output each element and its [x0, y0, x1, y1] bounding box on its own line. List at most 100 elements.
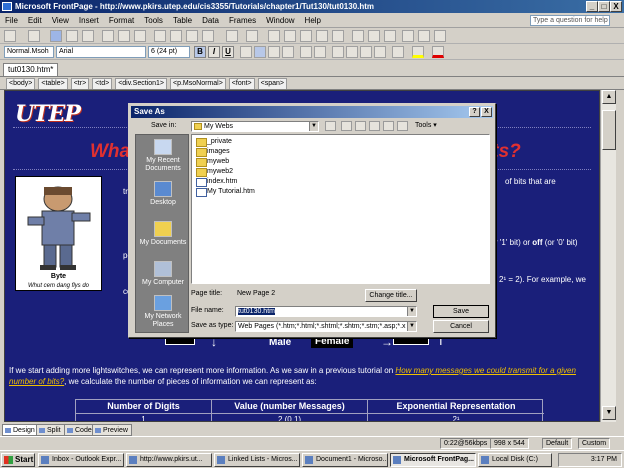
- format-painter-icon[interactable]: [202, 30, 214, 42]
- font-size-combo[interactable]: 6 (24 pt): [148, 46, 190, 58]
- decrease-indent-icon[interactable]: [360, 46, 372, 58]
- taskbar-item-linked-lists[interactable]: Linked Lists - Micros...: [214, 453, 300, 467]
- borders-icon[interactable]: [392, 46, 404, 58]
- tab-split[interactable]: Split: [36, 424, 65, 436]
- change-title-button[interactable]: Change title...: [365, 289, 417, 302]
- list-item-myweb[interactable]: myweb: [196, 157, 229, 167]
- justify-icon[interactable]: [282, 46, 294, 58]
- menu-tools[interactable]: Tools: [139, 13, 168, 28]
- align-left-icon[interactable]: [240, 46, 252, 58]
- views-icon[interactable]: [397, 121, 408, 131]
- tools-menu[interactable]: Tools ▾: [415, 121, 437, 131]
- taskbar-item-browser[interactable]: http://www.pkirs.ut...: [126, 453, 212, 467]
- list-item-my-tutorial[interactable]: My Tutorial.htm: [196, 187, 255, 197]
- menu-view[interactable]: View: [47, 13, 74, 28]
- align-center-icon[interactable]: [254, 46, 266, 58]
- dialog-help-button[interactable]: ?: [469, 107, 480, 117]
- underline-button[interactable]: U: [222, 46, 234, 58]
- list-item-images[interactable]: images: [196, 147, 230, 157]
- new-folder-icon[interactable]: [383, 121, 394, 131]
- file-list[interactable]: _private images myweb myweb2 index.htm M…: [191, 134, 490, 284]
- refresh-icon[interactable]: [368, 30, 380, 42]
- tab-tut0130[interactable]: tut0130.htm*: [3, 63, 59, 76]
- close-button[interactable]: X: [610, 1, 622, 12]
- highlight-icon[interactable]: [412, 46, 424, 58]
- back-icon[interactable]: [325, 121, 336, 131]
- numbering-icon[interactable]: [332, 46, 344, 58]
- taskbar-item-document1[interactable]: Document1 - Microso...: [302, 453, 388, 467]
- cut-icon[interactable]: [154, 30, 166, 42]
- tag-div-section1[interactable]: <div.Section1>: [115, 78, 167, 89]
- scroll-down-icon[interactable]: ▼: [602, 406, 616, 420]
- tag-span[interactable]: <span>: [257, 78, 287, 89]
- drawing-icon[interactable]: [332, 30, 344, 42]
- preview-icon[interactable]: [118, 30, 130, 42]
- increase-font-icon[interactable]: [300, 46, 312, 58]
- hyperlink-icon[interactable]: [352, 30, 364, 42]
- style-combo[interactable]: Normal.Msoh: [4, 46, 54, 58]
- save-button[interactable]: Save: [433, 305, 489, 318]
- spelling-icon[interactable]: [134, 30, 146, 42]
- tab-code[interactable]: Code: [64, 424, 96, 436]
- place-my-network[interactable]: My Network Places: [136, 295, 190, 329]
- menu-data[interactable]: Data: [197, 13, 224, 28]
- decrease-font-icon[interactable]: [314, 46, 326, 58]
- help-question-input[interactable]: Type a question for help: [530, 15, 610, 26]
- tag-td[interactable]: <td>: [92, 78, 113, 89]
- menu-file[interactable]: File: [0, 13, 23, 28]
- start-button[interactable]: Start: [1, 453, 35, 467]
- undo-icon[interactable]: [226, 30, 238, 42]
- paste-icon[interactable]: [186, 30, 198, 42]
- tag-table[interactable]: <table>: [38, 78, 68, 89]
- save-in-dropdown[interactable]: My Webs ▼: [191, 121, 319, 132]
- place-my-documents[interactable]: My Documents: [136, 221, 190, 247]
- italic-button[interactable]: I: [208, 46, 220, 58]
- tag-tr[interactable]: <tr>: [70, 78, 90, 89]
- copy-icon[interactable]: [170, 30, 182, 42]
- search-web-icon[interactable]: [355, 121, 366, 131]
- place-desktop[interactable]: Desktop: [136, 181, 190, 207]
- minimize-button[interactable]: _: [586, 1, 598, 12]
- maximize-button[interactable]: □: [598, 1, 610, 12]
- new-page-icon[interactable]: [4, 30, 16, 42]
- publish-icon[interactable]: [66, 30, 78, 42]
- align-right-icon[interactable]: [268, 46, 280, 58]
- tag-font[interactable]: <font>: [228, 78, 255, 89]
- print-icon[interactable]: [102, 30, 114, 42]
- open-icon[interactable]: [28, 30, 40, 42]
- web-component-icon[interactable]: [268, 30, 280, 42]
- taskbar-item-frontpage[interactable]: Microsoft FrontPag...: [390, 453, 476, 467]
- file-name-field[interactable]: tut0130.htm ▼: [235, 306, 417, 317]
- scroll-thumb[interactable]: [602, 110, 616, 150]
- taskbar-item-outlook[interactable]: Inbox - Outlook Expr...: [38, 453, 124, 467]
- tab-preview[interactable]: Preview: [92, 424, 132, 436]
- menu-insert[interactable]: Insert: [74, 13, 104, 28]
- bookmark-icon[interactable]: [418, 30, 430, 42]
- menu-window[interactable]: Window: [261, 13, 299, 28]
- place-my-computer[interactable]: My Computer: [136, 261, 190, 287]
- save-as-type-dropdown[interactable]: Web Pages (*.htm;*.html;*.shtml;*.shtm;*…: [235, 321, 417, 332]
- list-item-index[interactable]: index.htm: [196, 177, 237, 187]
- cancel-button[interactable]: Cancel: [433, 320, 489, 333]
- menu-help[interactable]: Help: [300, 13, 326, 28]
- tab-design[interactable]: Design: [2, 424, 39, 436]
- list-item-private[interactable]: _private: [196, 137, 232, 147]
- list-item-myweb2[interactable]: myweb2: [196, 167, 233, 177]
- bullets-icon[interactable]: [346, 46, 358, 58]
- bold-button[interactable]: B: [194, 46, 206, 58]
- insert-picture-icon[interactable]: [316, 30, 328, 42]
- menu-format[interactable]: Format: [104, 13, 139, 28]
- tag-body[interactable]: <body>: [6, 78, 36, 89]
- redo-icon[interactable]: [246, 30, 258, 42]
- delete-icon[interactable]: [369, 121, 380, 131]
- taskbar-item-local-disk[interactable]: Local Disk (C:): [478, 453, 552, 467]
- place-recent-documents[interactable]: My Recent Documents: [136, 139, 190, 173]
- insert-table-icon[interactable]: [284, 30, 296, 42]
- menu-frames[interactable]: Frames: [224, 13, 261, 28]
- menu-edit[interactable]: Edit: [23, 13, 47, 28]
- folder-list-icon[interactable]: [82, 30, 94, 42]
- save-icon[interactable]: [50, 30, 62, 42]
- help-icon[interactable]: [434, 30, 446, 42]
- font-combo[interactable]: Arial: [56, 46, 146, 58]
- dialog-close-button[interactable]: X: [481, 107, 492, 117]
